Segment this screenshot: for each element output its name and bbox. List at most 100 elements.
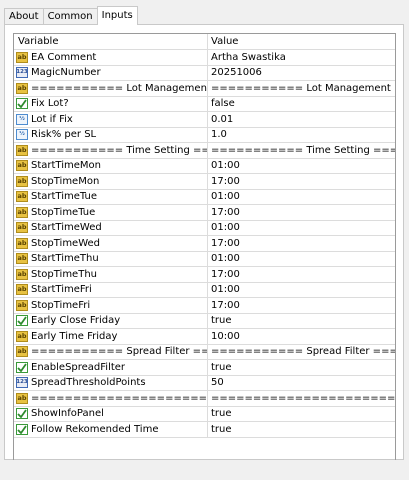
table-row[interactable]: ShowInfoPanel true xyxy=(14,406,395,422)
variable-cell: ab StartTimeFri xyxy=(14,282,208,297)
table-row[interactable]: ab=========== Time Setting =============… xyxy=(14,143,395,159)
variable-cell: ½ Lot if Fix xyxy=(14,112,208,127)
variable-cell: ab StopTimeMon xyxy=(14,174,208,189)
variable-cell: ab StartTimeWed xyxy=(14,220,208,235)
value-cell[interactable]: 01:00 xyxy=(208,221,395,236)
table-row[interactable]: Early Close Friday true xyxy=(14,313,395,329)
variable-name: Early Time Friday xyxy=(31,330,118,342)
value-cell[interactable]: true xyxy=(208,422,395,437)
string-type-icon: ab xyxy=(16,392,28,404)
double-type-icon: ½ xyxy=(16,113,28,125)
string-type-icon: ab xyxy=(16,237,28,249)
string-type-icon: ab xyxy=(16,191,28,203)
table-row[interactable]: ½ Lot if Fix 0.01 xyxy=(14,112,395,128)
value-cell[interactable]: 50 xyxy=(208,376,395,391)
table-row[interactable]: ab StartTimeMon 01:00 xyxy=(14,158,395,174)
table-row[interactable]: ab StartTimeThu 01:00 xyxy=(14,251,395,267)
value-cell[interactable]: 01:00 xyxy=(208,283,395,298)
value-cell[interactable]: 17:00 xyxy=(208,174,395,189)
table-row[interactable]: ab =========== Spread Filter == ==========… xyxy=(14,344,395,360)
string-type-icon: ab xyxy=(16,82,28,94)
value-cell[interactable]: 17:00 xyxy=(208,205,395,220)
table-row[interactable]: ab StopTimeThu 17:00 xyxy=(14,267,395,283)
table-header: Variable Value xyxy=(14,34,395,50)
table-row[interactable]: 123 SpreadThresholdPoints 50 xyxy=(14,375,395,391)
tab-inputs[interactable]: Inputs xyxy=(96,6,138,25)
table-row[interactable]: ab StopTimeTue 17:00 xyxy=(14,205,395,221)
string-type-icon: ab xyxy=(16,299,28,311)
column-header-variable[interactable]: Variable xyxy=(14,34,208,49)
variable-name: =========== Time Setting ========== xyxy=(31,144,207,156)
variable-name: =========== Lot Management =========== xyxy=(31,82,208,94)
value-cell[interactable]: 17:00 xyxy=(208,298,395,313)
value-cell[interactable]: 01:00 xyxy=(208,159,395,174)
value-cell[interactable]: 1.0 xyxy=(208,128,395,143)
variable-name: StopTimeWed xyxy=(31,237,101,249)
variable-cell: ab StartTimeTue xyxy=(14,189,208,204)
table-row[interactable]: ab StopTimeWed 17:00 xyxy=(14,236,395,252)
variable-name: StartTimeMon xyxy=(31,160,101,172)
tab-about[interactable]: About xyxy=(4,8,44,25)
tab-bar: About Common Inputs xyxy=(4,6,138,25)
variable-name: SpreadThresholdPoints xyxy=(31,377,146,389)
value-cell[interactable]: false xyxy=(208,97,395,112)
variable-cell: EnableSpreadFilter xyxy=(14,360,208,375)
variable-cell: ab StopTimeThu xyxy=(14,267,208,282)
table-row[interactable]: ab StopTimeFri 17:00 xyxy=(14,298,395,314)
value-cell[interactable]: 10:00 xyxy=(208,329,395,344)
table-row[interactable]: ab Early Time Friday 10:00 xyxy=(14,329,395,345)
table-row[interactable]: ab StopTimeMon 17:00 xyxy=(14,174,395,190)
variable-name: ShowInfoPanel xyxy=(31,408,104,420)
variable-cell: ab=========== Spread Filter ========== xyxy=(14,344,208,359)
value-cell[interactable]: 01:00 xyxy=(208,252,395,267)
variable-name: StopTimeFri xyxy=(31,299,91,311)
integer-type-icon: 123 xyxy=(16,377,28,389)
variable-cell: ab=========== Time Setting ========== xyxy=(14,143,208,158)
table-row[interactable]: ½ Risk% per SL 1.0 xyxy=(14,127,395,143)
value-cell[interactable]: =========== Spread Filter ========== xyxy=(208,345,395,360)
variable-cell: Early Close Friday xyxy=(14,313,208,328)
value-cell[interactable]: 17:00 xyxy=(208,267,395,282)
variable-cell: 123 SpreadThresholdPoints xyxy=(14,375,208,390)
variable-cell: Follow Rekomended Time xyxy=(14,422,208,437)
value-cell[interactable]: 17:00 xyxy=(208,236,395,251)
variable-name: StartTimeTue xyxy=(31,191,97,203)
table-row[interactable]: ab EA Comment Artha Swastika xyxy=(14,50,395,66)
value-cell[interactable]: =========== Lot Management =========== xyxy=(208,81,395,96)
bool-type-icon xyxy=(16,98,28,110)
value-cell[interactable]: ============================== xyxy=(208,391,395,406)
table-row[interactable]: EnableSpreadFilter true xyxy=(14,360,395,376)
table-row[interactable]: Follow Rekomended Time true xyxy=(14,422,395,438)
table-row[interactable]: 123 MagicNumber 20251006 xyxy=(14,65,395,81)
variable-cell: ab StopTimeWed xyxy=(14,236,208,251)
variable-name: StopTimeTue xyxy=(31,206,96,218)
value-cell[interactable]: Artha Swastika xyxy=(208,50,395,65)
value-cell[interactable]: true xyxy=(208,407,395,422)
variable-name: Lot if Fix xyxy=(31,113,73,125)
variable-cell: ab StopTimeTue xyxy=(14,205,208,220)
value-cell[interactable]: 01:00 xyxy=(208,190,395,205)
variable-cell: ab StopTimeFri xyxy=(14,298,208,313)
table-row[interactable]: ab StartTimeTue 01:00 xyxy=(14,189,395,205)
tab-common[interactable]: Common xyxy=(42,8,98,25)
integer-type-icon: 123 xyxy=(16,67,28,79)
table-row[interactable]: ab =========== Lot Management ===========… xyxy=(14,81,395,97)
table-row[interactable]: Fix Lot? false xyxy=(14,96,395,112)
value-cell[interactable]: 0.01 xyxy=(208,112,395,127)
value-cell[interactable]: true xyxy=(208,314,395,329)
variable-name: StartTimeWed xyxy=(31,222,102,234)
variable-cell: 123 MagicNumber xyxy=(14,65,208,80)
inputs-panel: Variable Value ab EA Comment Artha Swastik… xyxy=(4,24,404,461)
value-cell[interactable]: true xyxy=(208,360,395,375)
variable-name: StartTimeThu xyxy=(31,253,99,265)
value-cell[interactable]: =========== Time Setting ========== xyxy=(208,143,395,158)
table-row[interactable]: ab ===================== =================… xyxy=(14,391,395,407)
table-row[interactable]: ab StartTimeFri 01:00 xyxy=(14,282,395,298)
variable-name: MagicNumber xyxy=(31,67,101,79)
variable-name: EA Comment xyxy=(31,51,97,63)
string-type-icon: ab xyxy=(16,144,28,156)
table-row[interactable]: ab StartTimeWed 01:00 xyxy=(14,220,395,236)
value-cell[interactable]: 20251006 xyxy=(208,66,395,81)
column-header-value[interactable]: Value xyxy=(208,34,395,49)
string-type-icon: ab xyxy=(16,268,28,280)
